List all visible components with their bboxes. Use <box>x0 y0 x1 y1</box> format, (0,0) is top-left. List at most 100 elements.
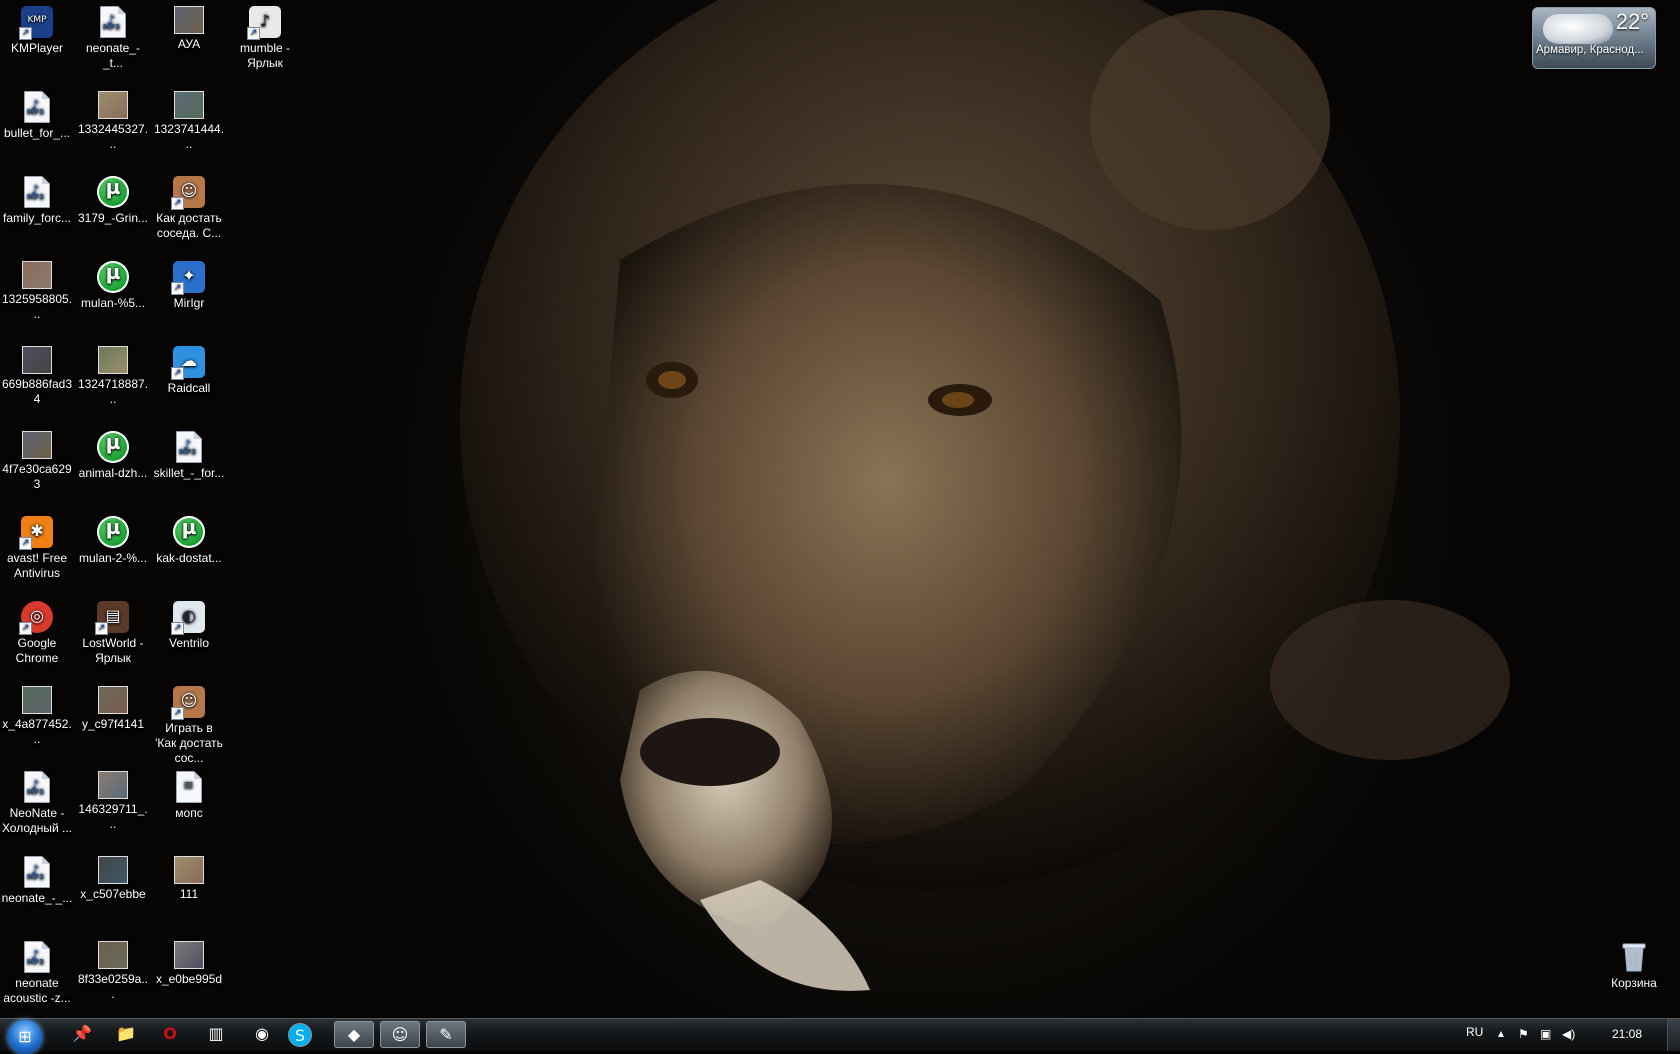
network-icon[interactable]: ▣ <box>1540 1027 1551 1041</box>
image-thumbnail-icon <box>22 686 52 714</box>
desktop-icon-shortcut[interactable]: ◎Google Chrome <box>0 595 74 666</box>
desktop-icon-image[interactable]: 146329711_... <box>76 765 150 832</box>
desktop-icon-image[interactable]: 1324718887... <box>76 340 150 407</box>
desktop-icon-mp3[interactable]: ♪ MP3 neonate_-_... <box>0 850 74 906</box>
desktop-icon-mp3[interactable]: ♪ MP3 bullet_for_... <box>0 85 74 141</box>
weather-temperature: 22° <box>1615 9 1649 34</box>
desktop-icon-image[interactable]: 1323741444... <box>152 85 226 152</box>
desktop-icon-torrent[interactable]: µ 3179_-Grin... <box>76 170 150 226</box>
game-character-icon[interactable]: ☺ <box>380 1021 420 1048</box>
desktop-icon-image[interactable]: 1332445327... <box>76 85 150 152</box>
show-hidden-icons-icon[interactable]: ▲ <box>1496 1029 1506 1040</box>
desktop-wallpaper <box>0 0 1680 1018</box>
desktop-icon-label: KMPlayer <box>10 41 63 55</box>
desktop-icon-torrent[interactable]: µ kak-dostat... <box>152 510 226 566</box>
desktop-icon-label: Raidcall <box>167 381 211 395</box>
show-desktop-button[interactable] <box>1667 1019 1680 1051</box>
desktop-icon-document[interactable]: ≡ мопс <box>152 765 226 821</box>
desktop-icon-label: MirIgr <box>173 296 205 310</box>
desktop-icon-image[interactable]: 111 <box>152 850 226 902</box>
utorrent-icon: µ <box>97 261 129 293</box>
desktop-icon-label: mulan-2-%... <box>78 551 148 565</box>
weather-gadget[interactable]: 22° Армавир, Краснод... <box>1532 7 1656 69</box>
desktop-icon-label: Ventrilo <box>168 636 210 650</box>
desktop-icon-label: мопс <box>175 806 203 820</box>
desktop-icon-label: 1325958805... <box>1 292 73 321</box>
desktop-icon-shortcut[interactable]: KMPKMPlayer <box>0 0 74 56</box>
desktop-icon-mp3[interactable]: ♪ MP3 NeoNate - Холодный ... <box>0 765 74 836</box>
desktop-icon-label: NeoNate - Холодный ... <box>1 806 73 835</box>
volume-icon[interactable]: ◀) <box>1562 1027 1575 1041</box>
desktop-icon-shortcut[interactable]: ✱avast! Free Antivirus <box>0 510 74 581</box>
desktop-icon-image[interactable]: АУА <box>152 0 226 52</box>
desktop-icon-torrent[interactable]: µ animal-dzh... <box>76 425 150 481</box>
desktop-icon-label: 4f7e30ca6293 <box>2 462 72 491</box>
desktop-icon-torrent[interactable]: µ mulan-2-%... <box>76 510 150 566</box>
desktop-icon-shortcut[interactable]: ☺Как достать соседа. С... <box>152 170 226 241</box>
desktop-icon-label: LostWorld - Ярлык <box>82 636 144 665</box>
cloud-icon <box>1543 14 1613 44</box>
pin-icon[interactable]: 📌 <box>62 1021 102 1048</box>
desktop-icon-label: family_forc... <box>2 211 71 225</box>
book-icon[interactable]: ▥ <box>196 1021 236 1048</box>
desktop-icon-label: bullet_for_... <box>3 126 71 140</box>
mp3-file-icon: ♪ MP3 <box>176 431 202 463</box>
network-icon[interactable]: ◉ <box>242 1021 282 1048</box>
mumble-icon: ♪ <box>247 6 281 40</box>
desktop-icon-mp3[interactable]: ♪ MP3 family_forc... <box>0 170 74 226</box>
lioness-wallpaper-art <box>460 0 1510 991</box>
desktop-icon-shortcut[interactable]: ♪mumble - Ярлык <box>228 0 302 71</box>
action-center-flag-icon[interactable]: ⚑ <box>1518 1027 1529 1041</box>
desktop-icon-shortcut[interactable]: ▤LostWorld - Ярлык <box>76 595 150 666</box>
lostworld-icon: ▤ <box>95 601 129 635</box>
recycle-bin[interactable]: Корзина <box>1597 935 1671 991</box>
desktop-icon-mp3[interactable]: ♪ MP3 neonate_-_t... <box>76 0 150 71</box>
paint-icon[interactable]: ✎ <box>426 1021 466 1048</box>
image-thumbnail-icon <box>22 261 52 289</box>
desktop-icon-image[interactable]: x_e0be995d <box>152 935 226 987</box>
desktop-icon-torrent[interactable]: µ mulan-%5... <box>76 255 150 311</box>
desktop-icon-label: Как достать соседа. С... <box>156 211 222 240</box>
recycle-bin-label: Корзина <box>1611 976 1657 990</box>
desktop-icon-shortcut[interactable]: ☁Raidcall <box>152 340 226 396</box>
image-thumbnail-icon <box>174 91 204 119</box>
desktop-icon-label: neonate_-_... <box>1 891 73 905</box>
taskbar: ⊞ 📌 📁 O ▥ ◉ S ◆ ☺ ✎ RU ▲ ⚑ ▣ ◀) 21:08 <box>0 1018 1680 1054</box>
ventrilo-icon: ◐ <box>171 601 205 635</box>
neighbor-game-icon: ☺ <box>171 686 205 720</box>
desktop-icon-image[interactable]: x_c507ebbe <box>76 850 150 902</box>
system-tray: RU ▲ ⚑ ▣ ◀) 21:08 <box>1460 1019 1680 1051</box>
desktop-icon-image[interactable]: 1325958805... <box>0 255 74 322</box>
desktop-icon-image[interactable]: 8f33e0259a... <box>76 935 150 1002</box>
recycle-bin-icon <box>1618 941 1650 973</box>
desktop-icon-label: 8f33e0259a... <box>77 972 149 1001</box>
desktop-icon-shortcut[interactable]: ☺Играть в 'Как достать сос... <box>152 680 226 766</box>
neighbor-game-icon: ☺ <box>171 176 205 210</box>
desktop-icon-label: animal-dzh... <box>78 466 148 480</box>
desktop-icon-label: y_c97f4141 <box>81 717 145 731</box>
windows-start-orb-icon[interactable]: ⊞ <box>8 1020 42 1054</box>
desktop-icon-mp3[interactable]: ♪ MP3 neonate acoustic -z... <box>0 935 74 1006</box>
raidcall-icon: ☁ <box>171 346 205 380</box>
language-indicator[interactable]: RU <box>1466 1025 1483 1039</box>
wolf-icon[interactable]: ◆ <box>334 1021 374 1048</box>
clock[interactable]: 21:08 <box>1612 1027 1642 1041</box>
desktop-icon-label: x_c507ebbe <box>80 887 146 901</box>
desktop-icon-label: skillet_-_for... <box>153 466 225 480</box>
image-thumbnail-icon <box>22 431 52 459</box>
opera-icon[interactable]: O <box>150 1021 190 1048</box>
desktop-icon-image[interactable]: x_4a877452... <box>0 680 74 747</box>
weather-city: Армавир, Краснод... <box>1536 44 1644 56</box>
desktop-icon-image[interactable]: 669b886fad34 <box>0 340 74 407</box>
desktop-icon-mp3[interactable]: ♪ MP3 skillet_-_for... <box>152 425 226 481</box>
desktop-icon-label: Играть в 'Как достать сос... <box>155 721 223 765</box>
skype-icon[interactable]: S <box>288 1023 312 1047</box>
folder-icon[interactable]: 📁 <box>106 1021 146 1048</box>
desktop-icon-image[interactable]: y_c97f4141 <box>76 680 150 732</box>
image-thumbnail-icon <box>98 346 128 374</box>
desktop-icon-image[interactable]: 4f7e30ca6293 <box>0 425 74 492</box>
desktop-icon-shortcut[interactable]: ◐Ventrilo <box>152 595 226 651</box>
desktop-icon-shortcut[interactable]: ✦MirIgr <box>152 255 226 311</box>
desktop-icon-label: kak-dostat... <box>156 551 222 565</box>
desktop-icon-label: x_4a877452... <box>2 717 72 746</box>
